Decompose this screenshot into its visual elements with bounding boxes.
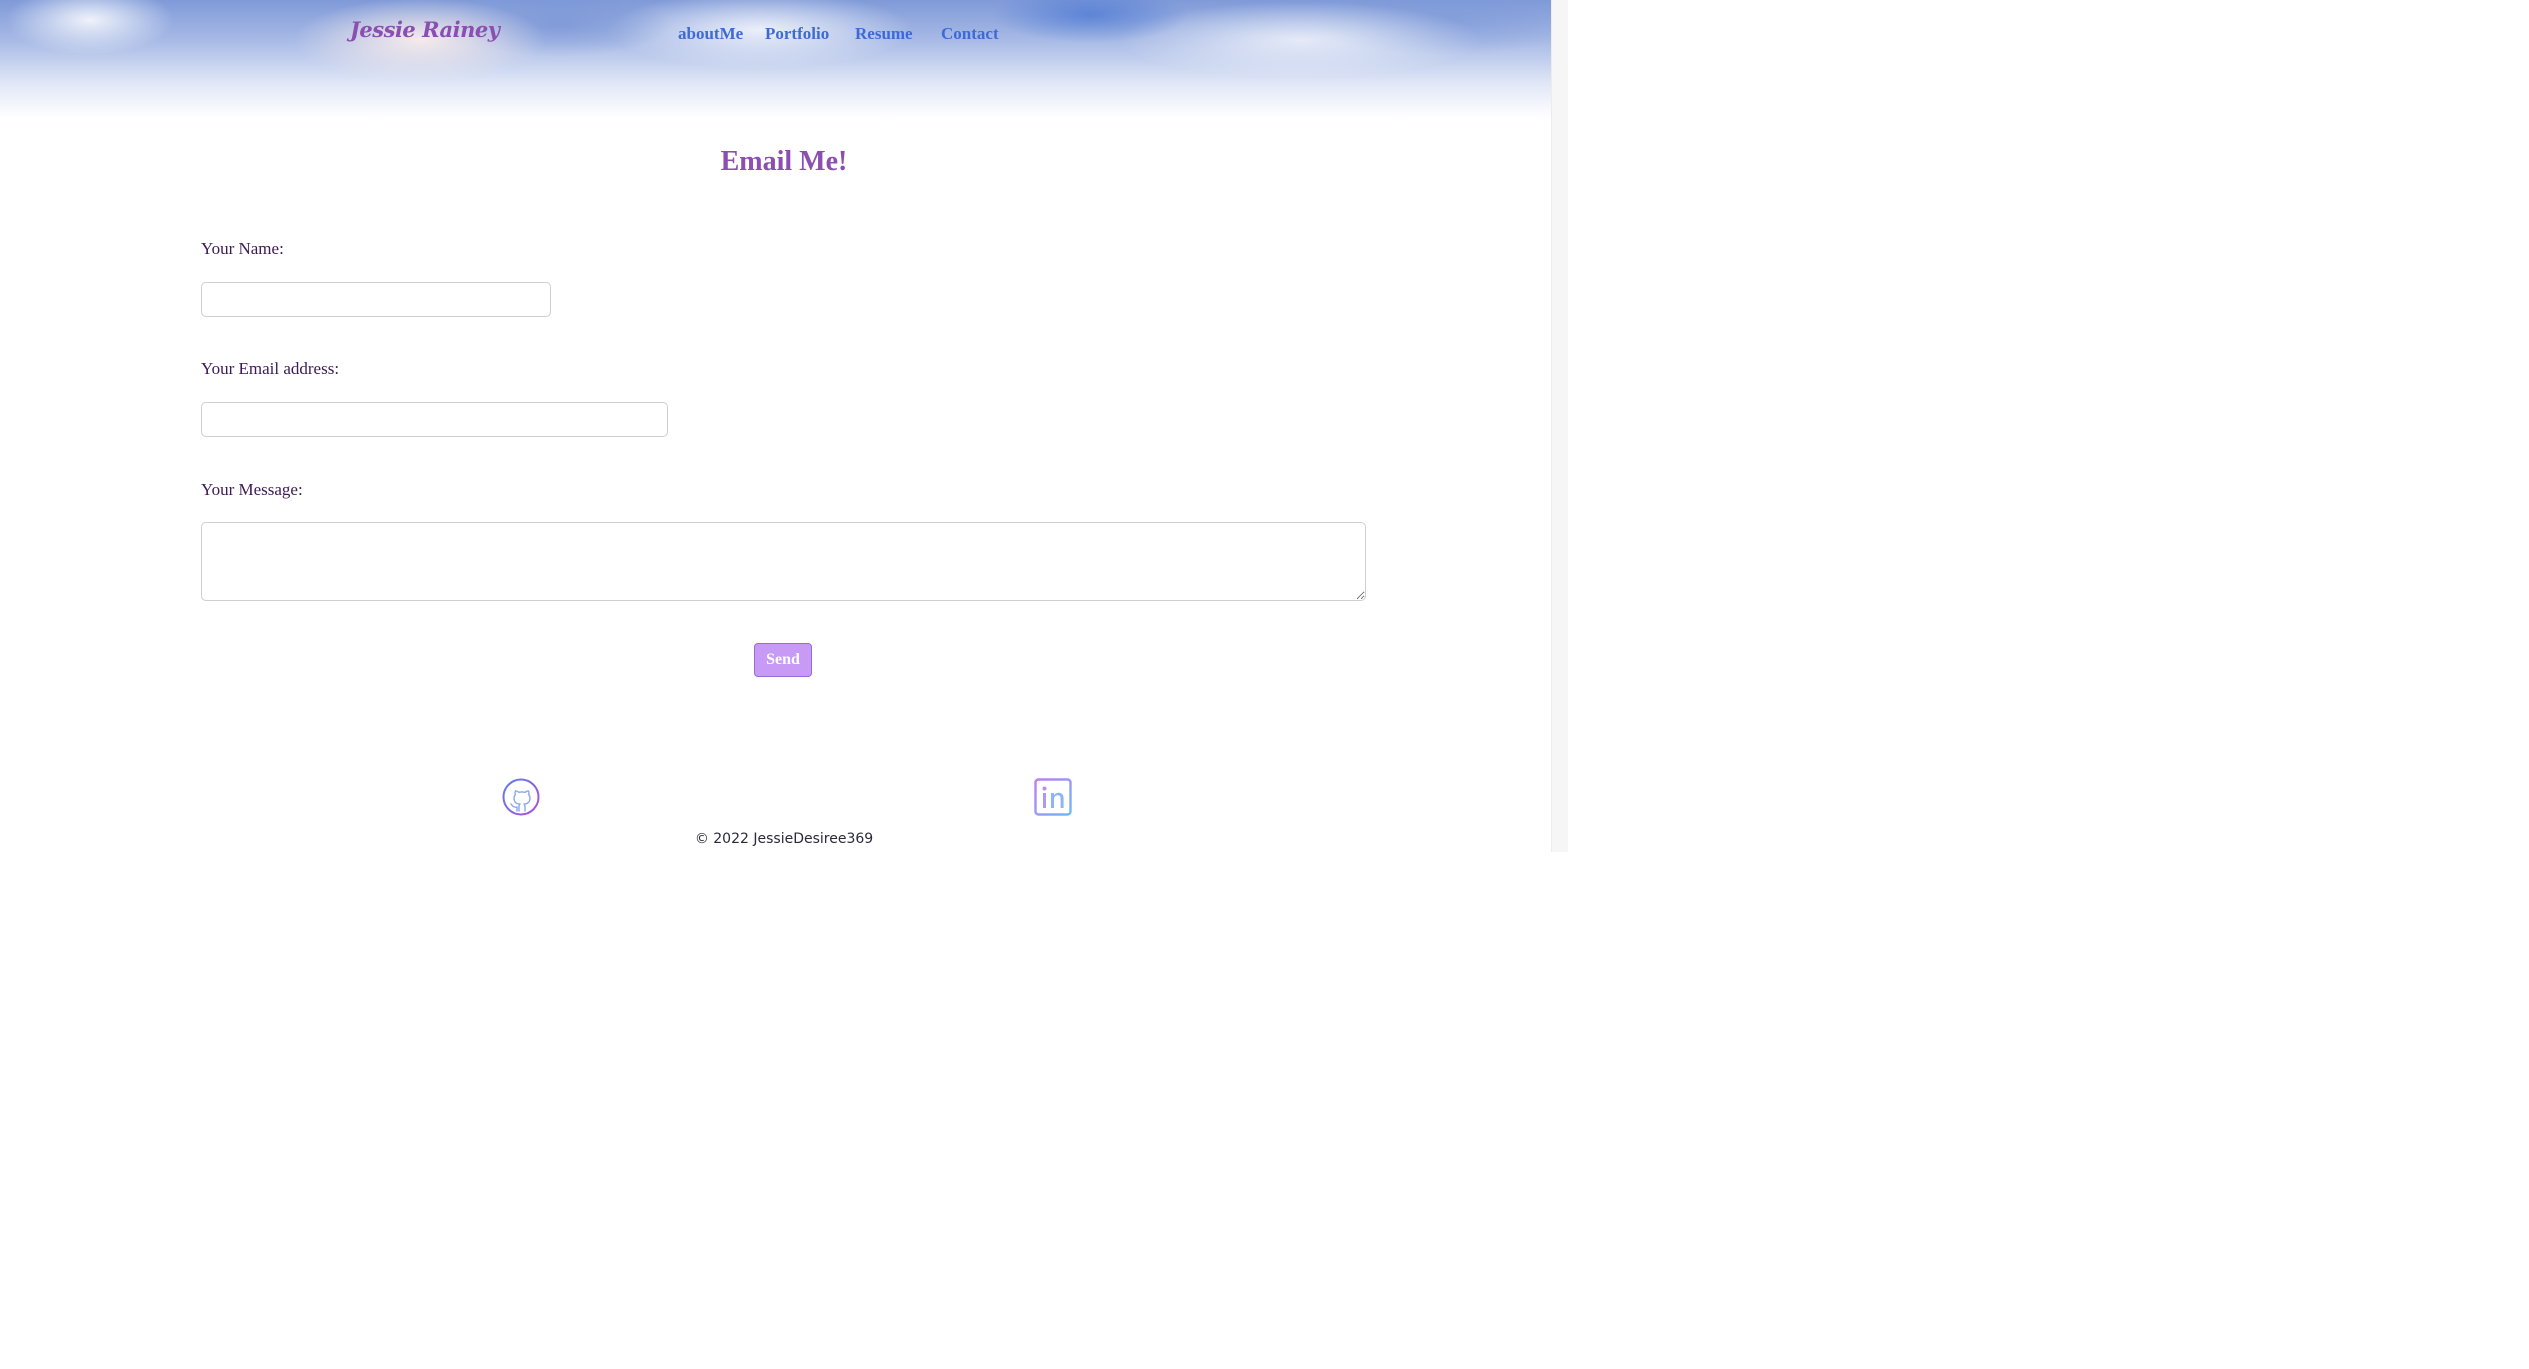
contact-page: Jessie Rainey aboutMe Portfolio Resume C…: [0, 0, 1568, 852]
nav-link-portfolio[interactable]: Portfolio: [765, 24, 829, 44]
name-input[interactable]: [201, 282, 551, 317]
name-label: Your Name:: [201, 239, 284, 258]
nav-link-aboutme[interactable]: aboutMe: [678, 24, 743, 44]
nav-link-resume[interactable]: Resume: [855, 24, 913, 44]
email-input[interactable]: [201, 402, 668, 437]
footer-copyright: © 2022 JessieDesiree369: [694, 831, 874, 847]
linkedin-link[interactable]: [1034, 778, 1072, 816]
brand-logo-link[interactable]: Jessie Rainey: [350, 17, 500, 42]
send-button[interactable]: Send: [754, 643, 812, 677]
github-link[interactable]: [502, 778, 540, 816]
email-label: Your Email address:: [201, 359, 340, 378]
nav-link-contact[interactable]: Contact: [941, 24, 999, 44]
page-scrollbar[interactable]: [1551, 0, 1568, 852]
message-textarea[interactable]: [201, 522, 1366, 601]
header-banner: Jessie Rainey aboutMe Portfolio Resume C…: [0, 0, 1552, 118]
message-label: Your Message:: [201, 480, 303, 499]
page-title: Email Me!: [720, 146, 848, 177]
linkedin-icon: [1034, 778, 1072, 816]
github-icon: [502, 778, 540, 816]
